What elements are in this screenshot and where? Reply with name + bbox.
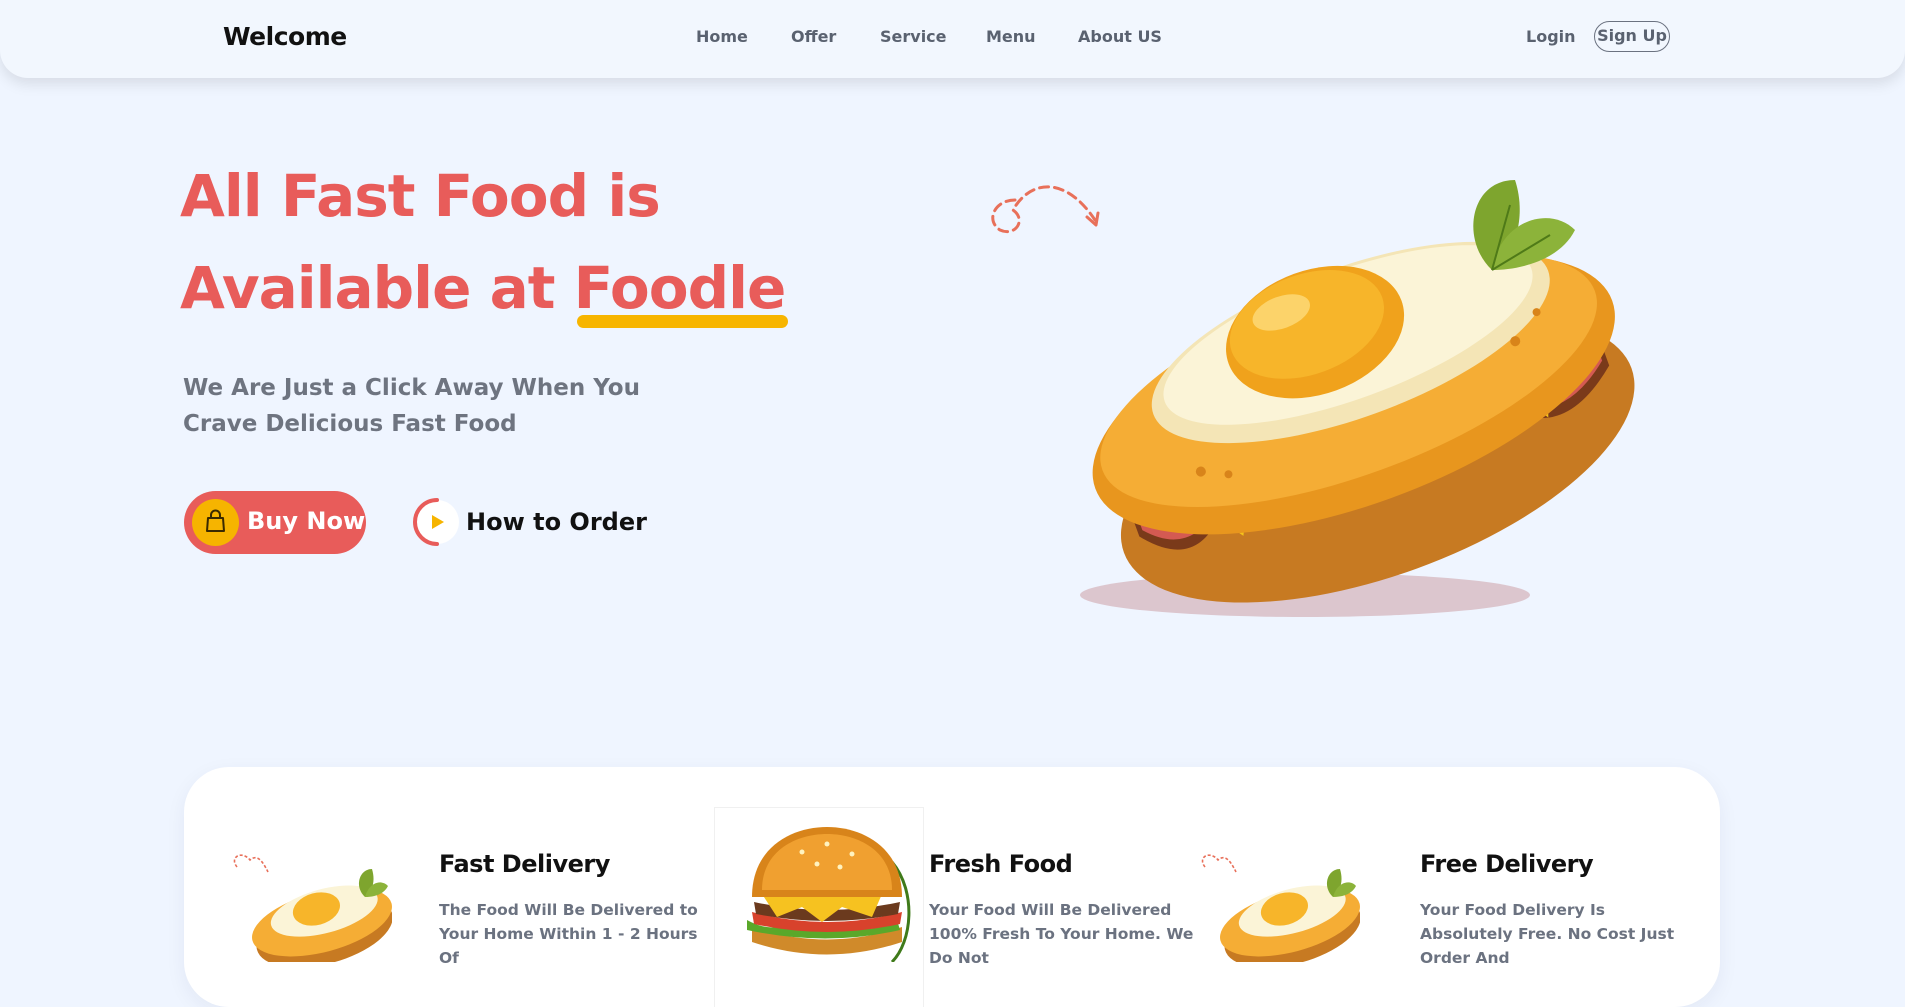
- egg-sandwich-image: [1201, 854, 1360, 962]
- buy-now-label: Buy Now: [247, 507, 366, 535]
- hero-subtitle-line1: We Are Just a Click Away When You: [183, 375, 640, 401]
- egg-sandwich-image: [233, 854, 392, 962]
- hero-subtitle: We Are Just a Click Away When You Crave …: [183, 370, 643, 442]
- nav-menu[interactable]: Menu: [986, 27, 1036, 46]
- how-to-order-label: How to Order: [466, 508, 647, 536]
- login-link[interactable]: Login: [1526, 27, 1576, 46]
- hero-subtitle-line2: Crave Delicious Fast Food: [183, 411, 517, 437]
- nav-home[interactable]: Home: [696, 27, 748, 46]
- shopping-bag-icon: [192, 499, 239, 546]
- feature-free-delivery: Free Delivery Your Food Delivery Is Abso…: [1174, 767, 1720, 1007]
- navbar: Welcome Home Offer Service Menu About US…: [0, 0, 1905, 78]
- feature-fast-delivery: Fast Delivery The Food Will Be Delivered…: [184, 767, 698, 1007]
- feature-description: Your Food Will Be Delivered 100% Fresh T…: [929, 901, 1194, 967]
- feature-title: Free Delivery: [1420, 850, 1594, 878]
- brand-highlight: Foodle: [574, 242, 789, 334]
- egg-sandwich-image: [1080, 180, 1635, 617]
- signup-button[interactable]: Sign Up: [1594, 21, 1670, 52]
- hero-title-line2: Available at Foodle: [180, 242, 820, 334]
- brand-logo[interactable]: Welcome: [223, 22, 347, 51]
- features-card: Fast Delivery The Food Will Be Delivered…: [184, 767, 1720, 1007]
- feature-title: Fresh Food: [929, 850, 1073, 878]
- feature-title: Fast Delivery: [439, 850, 610, 878]
- burger-image: [747, 827, 911, 962]
- nav-offer[interactable]: Offer: [791, 27, 836, 46]
- how-to-order-button[interactable]: How to Order: [410, 496, 647, 550]
- nav-about[interactable]: About US: [1078, 27, 1162, 46]
- hero-title-prefix: Available at: [180, 254, 574, 322]
- hero-title-line1: All Fast Food is: [180, 162, 661, 230]
- feature-description: Your Food Delivery Is Absolutely Free. N…: [1420, 901, 1675, 967]
- buy-now-button[interactable]: Buy Now: [184, 491, 366, 554]
- feature-description: The Food Will Be Delivered to Your Home …: [439, 901, 698, 967]
- nav-service[interactable]: Service: [880, 27, 947, 46]
- play-icon: [410, 496, 462, 548]
- hero-title: All Fast Food is Available at Foodle: [180, 150, 820, 334]
- feature-fresh-food: Fresh Food Your Food Will Be Delivered 1…: [684, 767, 1193, 1007]
